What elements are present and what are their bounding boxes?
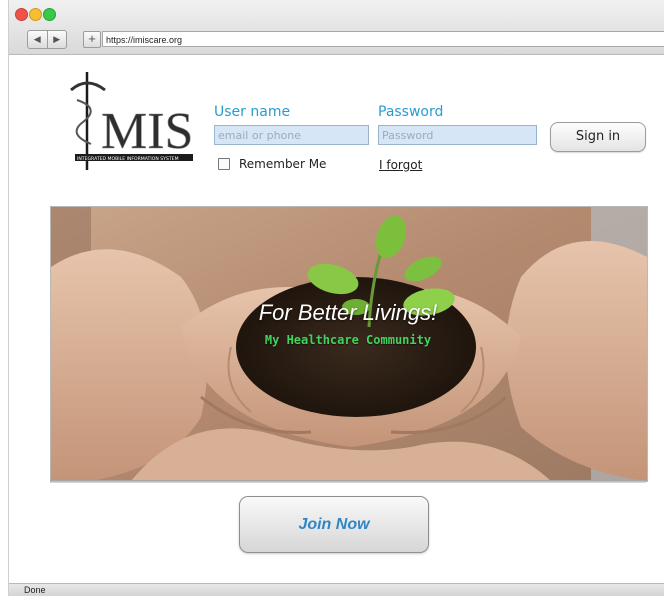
maximize-window-icon[interactable] bbox=[43, 8, 56, 21]
remember-me[interactable]: Remember Me bbox=[218, 157, 326, 171]
logo-tagline: INTEGRATED MOBILE INFORMATION SYSTEM bbox=[77, 156, 179, 162]
browser-window: ◀ ▶ + https://imiscare.org MIS INTEGRATE… bbox=[8, 0, 664, 596]
password-input[interactable] bbox=[378, 125, 537, 145]
back-button[interactable]: ◀ bbox=[28, 31, 47, 48]
status-bar: Done bbox=[9, 583, 664, 596]
hero-subtagline: My Healthcare Community bbox=[264, 333, 432, 347]
close-window-icon[interactable] bbox=[15, 8, 28, 21]
remember-me-checkbox[interactable] bbox=[218, 158, 230, 170]
imis-logo: MIS INTEGRATED MOBILE INFORMATION SYSTEM bbox=[61, 70, 201, 174]
new-tab-button[interactable]: + bbox=[83, 31, 101, 48]
address-bar[interactable]: https://imiscare.org bbox=[102, 31, 664, 47]
password-label: Password bbox=[378, 104, 444, 120]
browser-toolbar: ◀ ▶ + https://imiscare.org bbox=[9, 0, 664, 55]
sign-in-button[interactable]: Sign in bbox=[550, 122, 646, 152]
hero-tagline: For Better Livings! bbox=[258, 300, 438, 325]
remember-me-label: Remember Me bbox=[239, 157, 327, 171]
minimize-window-icon[interactable] bbox=[29, 8, 42, 21]
username-label: User name bbox=[214, 104, 291, 120]
forgot-password-link[interactable]: I forgot bbox=[379, 158, 422, 172]
nav-buttons: ◀ ▶ bbox=[27, 30, 67, 49]
join-now-button[interactable]: Join Now bbox=[239, 496, 429, 553]
caduceus-logo-icon: MIS INTEGRATED MOBILE INFORMATION SYSTEM bbox=[70, 72, 194, 170]
logo-wordmark: MIS bbox=[101, 103, 193, 160]
forward-button[interactable]: ▶ bbox=[46, 31, 67, 48]
username-input[interactable] bbox=[214, 125, 369, 145]
hero-divider bbox=[50, 480, 646, 483]
